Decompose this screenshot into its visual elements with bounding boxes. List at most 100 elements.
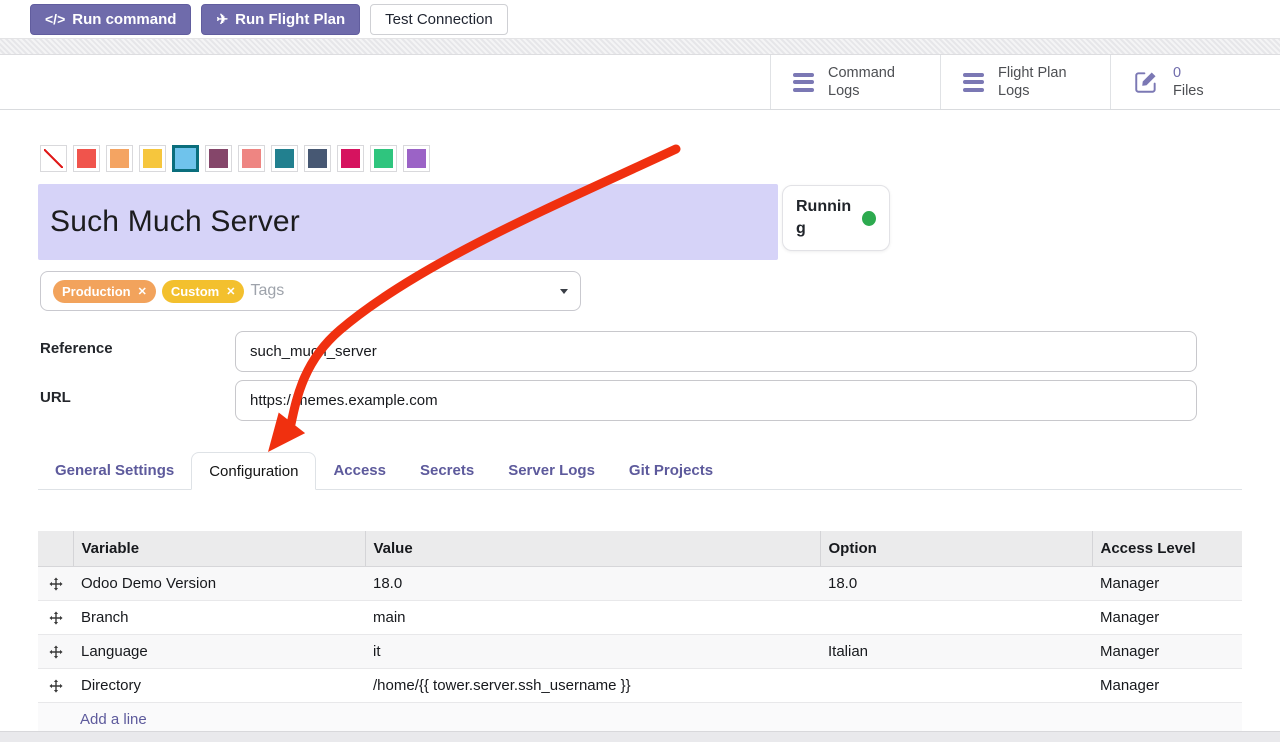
color-swatch[interactable] (370, 145, 397, 172)
color-swatch[interactable] (106, 145, 133, 172)
tab-git-projects[interactable]: Git Projects (612, 452, 730, 489)
flight-plan-logs-button[interactable]: Flight PlanLogs (940, 55, 1110, 109)
drag-handle-icon[interactable] (38, 566, 73, 600)
cell-option[interactable]: 18.0 (820, 566, 1092, 600)
color-swatch[interactable] (238, 145, 265, 172)
run-flight-plan-label: Run Flight Plan (235, 11, 345, 28)
tab-access[interactable]: Access (316, 452, 403, 489)
files-count: 0 (1173, 65, 1181, 81)
drag-handle-icon[interactable] (38, 668, 73, 702)
cell-variable[interactable]: Language (73, 634, 365, 668)
test-connection-button[interactable]: Test Connection (370, 4, 508, 35)
code-icon: </> (45, 11, 65, 27)
color-swatch[interactable] (403, 145, 430, 172)
swatch-color (44, 149, 63, 168)
column-header-value[interactable]: Value (365, 531, 820, 566)
cell-access-level[interactable]: Manager (1092, 668, 1242, 702)
test-connection-label: Test Connection (385, 11, 493, 28)
command-logs-button[interactable]: CommandLogs (770, 55, 940, 109)
handle-column-header (38, 531, 73, 566)
color-swatch[interactable] (304, 145, 331, 172)
list-icon (793, 69, 814, 95)
configuration-table: Variable Value Option Access Level Odoo … (38, 531, 1242, 737)
status-label: Running (796, 196, 852, 239)
table-row[interactable]: Directory/home/{{ tower.server.ssh_usern… (38, 668, 1242, 702)
tab-configuration[interactable]: Configuration (191, 452, 316, 490)
table-row[interactable]: Branchmain Manager (38, 600, 1242, 634)
tag-label: Custom (171, 284, 219, 299)
top-toolbar: </> Run command ✈ Run Flight Plan Test C… (0, 0, 1280, 38)
tag-list: Production✕ Custom ✕ (53, 280, 244, 303)
tag-remove-icon[interactable]: ✕ (138, 285, 147, 298)
server-form-page: </> Run command ✈ Run Flight Plan Test C… (0, 0, 1280, 742)
column-header-variable[interactable]: Variable (73, 531, 365, 566)
swatch-color (143, 149, 162, 168)
status-dot-icon (862, 211, 876, 226)
tag-remove-icon[interactable]: ✕ (226, 285, 235, 298)
files-button[interactable]: 0Files (1110, 55, 1280, 109)
url-input[interactable] (235, 380, 1197, 421)
table-row[interactable]: Odoo Demo Version18.018.0Manager (38, 566, 1242, 600)
background-divider-strip (0, 38, 1280, 55)
list-icon (963, 69, 984, 95)
tab-server-logs[interactable]: Server Logs (491, 452, 612, 489)
tag-custom[interactable]: Custom ✕ (162, 280, 245, 303)
button-box: CommandLogs Flight PlanLogs 0Files (770, 55, 1280, 109)
cell-access-level[interactable]: Manager (1092, 566, 1242, 600)
table-header-row: Variable Value Option Access Level (38, 531, 1242, 566)
cell-access-level[interactable]: Manager (1092, 600, 1242, 634)
record-title-box[interactable]: Such Much Server (38, 184, 778, 260)
page-bottom-strip (0, 731, 1280, 742)
swatch-color (341, 149, 360, 168)
cell-option[interactable] (820, 600, 1092, 634)
run-command-button[interactable]: </> Run command (30, 4, 191, 35)
edit-icon (1133, 69, 1159, 95)
color-swatch[interactable] (172, 145, 199, 172)
add-a-line-link[interactable]: Add a line (46, 711, 147, 728)
tab-bar: General SettingsConfigurationAccessSecre… (38, 452, 1242, 490)
cell-value[interactable]: /home/{{ tower.server.ssh_username }} (365, 668, 820, 702)
color-swatch[interactable] (205, 145, 232, 172)
drag-handle-icon[interactable] (38, 600, 73, 634)
cell-access-level[interactable]: Manager (1092, 634, 1242, 668)
swatch-color (407, 149, 426, 168)
reference-input[interactable] (235, 331, 1197, 372)
config-table-body: Odoo Demo Version18.018.0ManagerBranchma… (38, 566, 1242, 702)
swatch-color (275, 149, 294, 168)
files-label: 0Files (1173, 64, 1204, 100)
status-button[interactable]: Running (782, 185, 890, 251)
color-swatch[interactable] (73, 145, 100, 172)
tags-placeholder[interactable]: Tags (250, 282, 284, 300)
color-swatch[interactable] (139, 145, 166, 172)
tags-field[interactable]: Production✕ Custom ✕ Tags (40, 271, 581, 311)
tab-general-settings[interactable]: General Settings (38, 452, 191, 489)
cell-variable[interactable]: Directory (73, 668, 365, 702)
cell-option[interactable] (820, 668, 1092, 702)
swatch-color (242, 149, 261, 168)
color-swatches (40, 145, 430, 172)
flight-plan-logs-label: Flight PlanLogs (998, 64, 1067, 100)
column-header-option[interactable]: Option (820, 531, 1092, 566)
cell-variable[interactable]: Branch (73, 600, 365, 634)
run-flight-plan-button[interactable]: ✈ Run Flight Plan (201, 4, 360, 35)
color-swatch-none[interactable] (40, 145, 67, 172)
tag-production[interactable]: Production✕ (53, 280, 156, 303)
run-command-label: Run command (72, 11, 176, 28)
form-header-band: CommandLogs Flight PlanLogs 0Files (0, 55, 1280, 110)
cell-value[interactable]: it (365, 634, 820, 668)
swatch-color (77, 149, 96, 168)
swatch-color (110, 149, 129, 168)
color-swatch[interactable] (337, 145, 364, 172)
table-row[interactable]: LanguageitItalianManager (38, 634, 1242, 668)
column-header-access-level[interactable]: Access Level (1092, 531, 1242, 566)
tab-secrets[interactable]: Secrets (403, 452, 491, 489)
url-label: URL (40, 389, 71, 406)
drag-handle-icon[interactable] (38, 634, 73, 668)
cell-option[interactable]: Italian (820, 634, 1092, 668)
cell-value[interactable]: 18.0 (365, 566, 820, 600)
swatch-color (209, 149, 228, 168)
color-swatch[interactable] (271, 145, 298, 172)
cell-variable[interactable]: Odoo Demo Version (73, 566, 365, 600)
cell-value[interactable]: main (365, 600, 820, 634)
chevron-down-icon[interactable] (560, 289, 568, 294)
